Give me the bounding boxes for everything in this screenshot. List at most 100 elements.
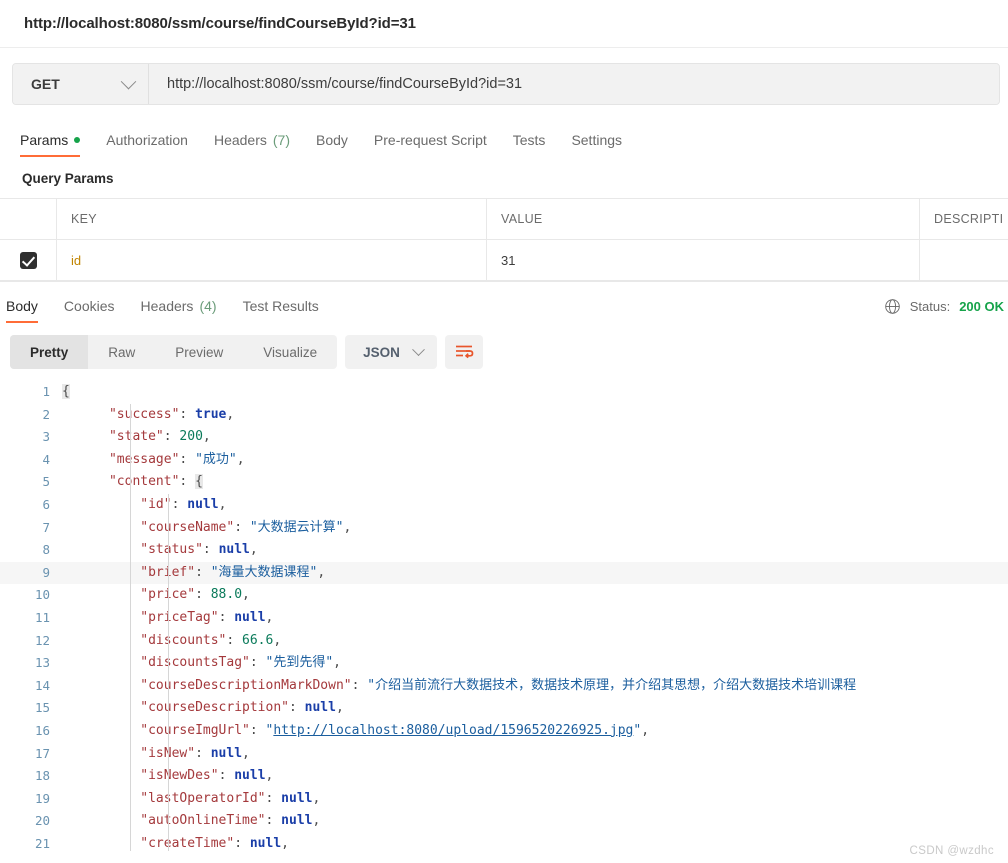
- viewer-mode-preview[interactable]: Preview: [155, 335, 243, 369]
- indent-guide: [168, 606, 169, 630]
- status-label: Status:: [909, 299, 951, 314]
- code-token: "priceTag": [140, 609, 219, 625]
- code-token: "isNewDes": [140, 768, 219, 784]
- code-token: null: [187, 496, 219, 512]
- tab-headers[interactable]: Headers (7): [201, 132, 303, 157]
- code-token: "autoOnlineTime": [140, 813, 266, 829]
- code-line: 7 "courseName": "大数据云计算",: [0, 516, 1008, 540]
- indent-guide: [168, 787, 169, 811]
- viewer-mode-raw[interactable]: Raw: [88, 335, 155, 369]
- param-enabled-checkbox[interactable]: [19, 251, 37, 269]
- code-token: ,: [343, 519, 352, 535]
- tab-settings[interactable]: Settings: [558, 132, 635, 157]
- code-token: {: [62, 384, 70, 399]
- code-token: :: [179, 451, 196, 467]
- code-line-text: "lastOperatorId": null,: [62, 787, 1008, 811]
- code-line-text: "priceTag": null,: [62, 606, 1008, 630]
- line-number: 20: [34, 813, 50, 829]
- response-tab-body[interactable]: Body: [6, 298, 51, 323]
- column-header-value: VALUE: [487, 199, 920, 239]
- indent-guide: [168, 765, 169, 788]
- indent-guide: [130, 471, 131, 494]
- code-line-text: "courseName": "大数据云计算",: [62, 516, 1008, 540]
- viewer-mode-pretty[interactable]: Pretty: [10, 335, 89, 369]
- code-line-text: "courseDescription": null,: [62, 697, 1008, 720]
- code-line-text: "price": 88.0,: [62, 584, 1008, 607]
- code-line-text: "brief": "海量大数据课程",: [62, 561, 1008, 585]
- viewer-mode-visualize[interactable]: Visualize: [243, 335, 337, 369]
- tab-tests[interactable]: Tests: [500, 132, 559, 157]
- code-line-text: {: [62, 381, 1008, 404]
- response-tab-test-results[interactable]: Test Results: [230, 298, 332, 323]
- param-value-input[interactable]: 31: [487, 240, 920, 280]
- http-method-select[interactable]: GET: [13, 64, 149, 104]
- code-token: ,: [226, 406, 235, 422]
- code-line: 1{: [0, 381, 1008, 404]
- response-format-select[interactable]: JSON: [345, 335, 437, 369]
- code-token: "海量大数据课程": [210, 564, 318, 580]
- wrap-text-button[interactable]: [444, 335, 483, 369]
- line-number: 2: [42, 406, 50, 422]
- code-line: 21 "createTime": null,: [0, 832, 1008, 851]
- status-badge: 200 OK: [959, 299, 1004, 314]
- code-line-text: "success": true,: [62, 403, 1008, 427]
- tab-body-label: Body: [316, 132, 348, 148]
- table-header-row: KEY VALUE DESCRIPTI: [0, 199, 1008, 240]
- code-line: 19 "lastOperatorId": null,: [0, 787, 1008, 811]
- indent-guide: [168, 719, 169, 743]
- response-status: Status: 200 OK: [884, 298, 1008, 323]
- code-token: :: [171, 496, 188, 512]
- response-body-json-viewer[interactable]: 1{2 "success": true, 3 "state": 200, 4 "me…: [0, 381, 1008, 851]
- code-token: null: [218, 542, 250, 558]
- code-line: 17 "isNew": null,: [0, 742, 1008, 766]
- tab-body[interactable]: Body: [303, 132, 361, 157]
- response-tab-headers-badge: (4): [199, 298, 217, 314]
- code-token: ,: [317, 564, 326, 580]
- tab-pre-request-script-label: Pre-request Script: [373, 132, 487, 148]
- indent-guide: [130, 787, 131, 811]
- indent-guide: [168, 584, 169, 607]
- tab-params[interactable]: Params: [20, 132, 93, 157]
- tab-pre-request-script[interactable]: Pre-request Script: [361, 132, 500, 157]
- tab-headers-badge: (7): [272, 132, 290, 148]
- indent-guide: [130, 629, 131, 653]
- code-token: :: [218, 609, 235, 625]
- code-token[interactable]: http://localhost:8080/upload/15965202269…: [273, 723, 633, 738]
- url-input[interactable]: http://localhost:8080/ssm/course/findCou…: [149, 64, 999, 104]
- code-token: ,: [335, 700, 344, 716]
- code-token: "id": [140, 496, 172, 512]
- wrap-text-icon: [455, 345, 474, 359]
- code-token: "state": [108, 429, 164, 445]
- chevron-down-icon: [411, 342, 425, 356]
- url-bar: GET http://localhost:8080/ssm/course/fin…: [12, 63, 1000, 105]
- code-token: "message": [108, 451, 180, 467]
- param-description-input[interactable]: [920, 240, 1008, 280]
- query-params-table: KEY VALUE DESCRIPTI id 31: [0, 198, 1008, 282]
- param-key-input[interactable]: id: [57, 240, 487, 280]
- code-line-text: "courseImgUrl": "http://localhost:8080/u…: [62, 719, 1008, 743]
- code-token: "courseDescription": [140, 700, 289, 716]
- code-token: ,: [312, 813, 321, 829]
- code-token: "先到先得": [265, 655, 334, 671]
- indent-guide: [130, 719, 131, 743]
- code-line: 14 "courseDescriptionMarkDown": "介绍当前流行大…: [0, 674, 1008, 698]
- code-token: 66.6: [242, 632, 274, 648]
- code-token: {: [195, 474, 203, 490]
- indent-guide: [168, 652, 169, 675]
- code-token: "courseImgUrl": [140, 722, 250, 738]
- indent-guide: [130, 674, 131, 698]
- indent-guide: [130, 584, 131, 607]
- response-tab-cookies[interactable]: Cookies: [51, 298, 128, 323]
- indent-guide: [168, 674, 169, 698]
- code-line-text: "isNewDes": null,: [62, 765, 1008, 788]
- query-params-heading: Query Params: [22, 171, 114, 186]
- tab-params-label: Params: [20, 132, 69, 148]
- line-number: 15: [34, 700, 50, 716]
- response-tab-headers[interactable]: Headers (4): [128, 298, 230, 323]
- indent-guide: [168, 810, 169, 833]
- code-line-text: "id": null,: [62, 493, 1008, 517]
- indent-guide: [130, 539, 131, 562]
- tab-authorization[interactable]: Authorization: [93, 132, 201, 157]
